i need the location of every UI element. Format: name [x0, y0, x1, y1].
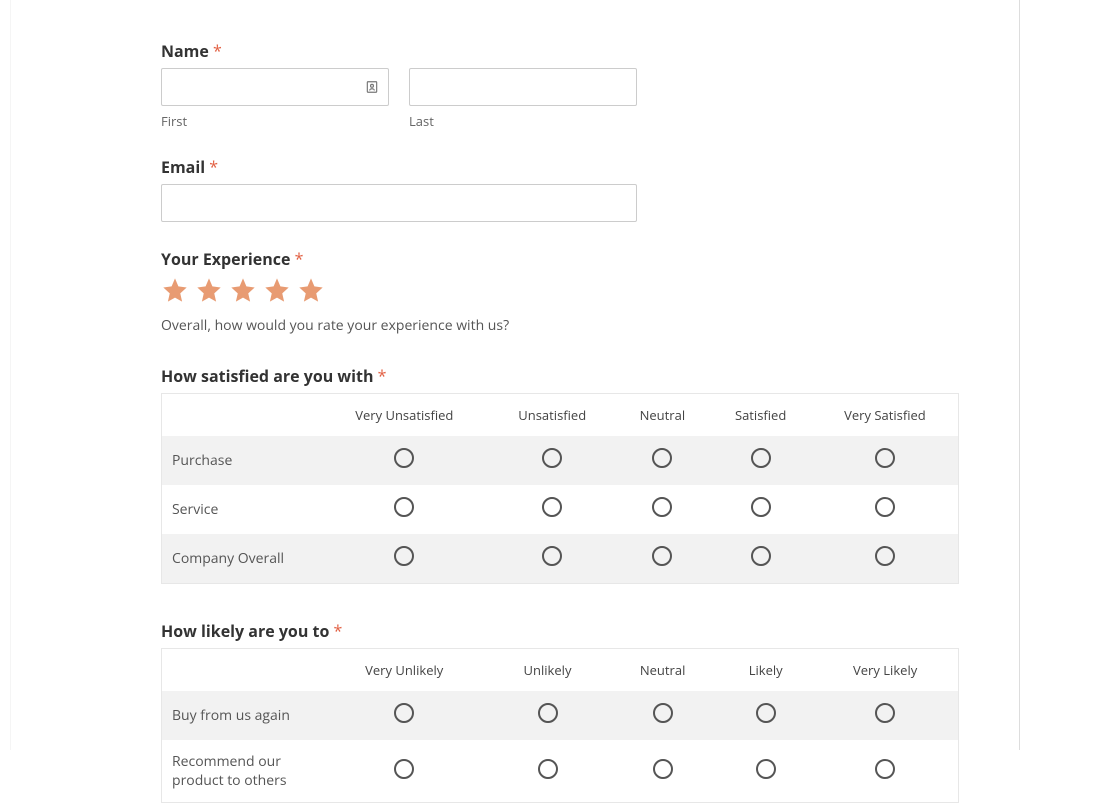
radio-option[interactable]	[751, 546, 771, 566]
col-header: Unsatisfied	[489, 394, 615, 437]
satisfaction-label: How satisfied are you with *	[161, 365, 969, 387]
likelihood-table: Very Unlikely Unlikely Neutral Likely Ve…	[161, 648, 959, 803]
radio-option[interactable]	[538, 759, 558, 779]
col-header: Unlikely	[489, 649, 606, 692]
row-label: Recommend our product to others	[162, 740, 320, 803]
email-input[interactable]	[161, 184, 637, 222]
experience-help: Overall, how would you rate your experie…	[161, 316, 969, 335]
row-label: Buy from us again	[162, 691, 320, 740]
col-header: Very Unlikely	[320, 649, 489, 692]
star-icon[interactable]	[297, 276, 325, 304]
required-asterisk: *	[209, 156, 218, 178]
satisfaction-table: Very Unsatisfied Unsatisfied Neutral Sat…	[161, 393, 959, 584]
first-name-sublabel: First	[161, 112, 389, 130]
experience-label: Your Experience *	[161, 248, 969, 270]
name-label: Name *	[161, 40, 969, 62]
radio-option[interactable]	[652, 448, 672, 468]
star-rating[interactable]	[161, 276, 969, 304]
radio-option[interactable]	[394, 497, 414, 517]
radio-option[interactable]	[652, 497, 672, 517]
radio-option[interactable]	[875, 759, 895, 779]
radio-option[interactable]	[653, 759, 673, 779]
radio-option[interactable]	[875, 448, 895, 468]
radio-option[interactable]	[394, 448, 414, 468]
table-row: Company Overall	[162, 534, 959, 584]
col-header: Very Likely	[812, 649, 958, 692]
col-header: Neutral	[606, 649, 719, 692]
likelihood-label: How likely are you to *	[161, 620, 969, 642]
radio-option[interactable]	[538, 703, 558, 723]
star-icon[interactable]	[263, 276, 291, 304]
row-label: Company Overall	[162, 534, 320, 584]
star-icon[interactable]	[195, 276, 223, 304]
radio-option[interactable]	[875, 497, 895, 517]
star-icon[interactable]	[229, 276, 257, 304]
col-header: Very Unsatisfied	[320, 394, 490, 437]
radio-option[interactable]	[751, 448, 771, 468]
radio-option[interactable]	[542, 546, 562, 566]
contact-card-icon	[365, 79, 379, 95]
table-row: Service	[162, 485, 959, 534]
radio-option[interactable]	[875, 703, 895, 723]
last-name-sublabel: Last	[409, 112, 637, 130]
required-asterisk: *	[213, 40, 222, 62]
first-name-input[interactable]	[161, 68, 389, 106]
required-asterisk: *	[295, 248, 304, 270]
radio-option[interactable]	[542, 497, 562, 517]
col-header: Likely	[719, 649, 812, 692]
row-label: Purchase	[162, 436, 320, 485]
radio-option[interactable]	[394, 546, 414, 566]
radio-option[interactable]	[751, 497, 771, 517]
col-header: Very Satisfied	[812, 394, 959, 437]
last-name-input[interactable]	[409, 68, 637, 106]
radio-option[interactable]	[542, 448, 562, 468]
required-asterisk: *	[378, 365, 387, 387]
table-row: Purchase	[162, 436, 959, 485]
table-row: Buy from us again	[162, 691, 959, 740]
row-label: Service	[162, 485, 320, 534]
col-header: Satisfied	[709, 394, 811, 437]
radio-option[interactable]	[394, 703, 414, 723]
star-icon[interactable]	[161, 276, 189, 304]
email-label: Email *	[161, 156, 969, 178]
col-header: Neutral	[615, 394, 709, 437]
radio-option[interactable]	[394, 759, 414, 779]
table-row: Recommend our product to others	[162, 740, 959, 803]
radio-option[interactable]	[652, 546, 672, 566]
radio-option[interactable]	[875, 546, 895, 566]
radio-option[interactable]	[653, 703, 673, 723]
required-asterisk: *	[334, 620, 343, 642]
radio-option[interactable]	[756, 759, 776, 779]
radio-option[interactable]	[756, 703, 776, 723]
